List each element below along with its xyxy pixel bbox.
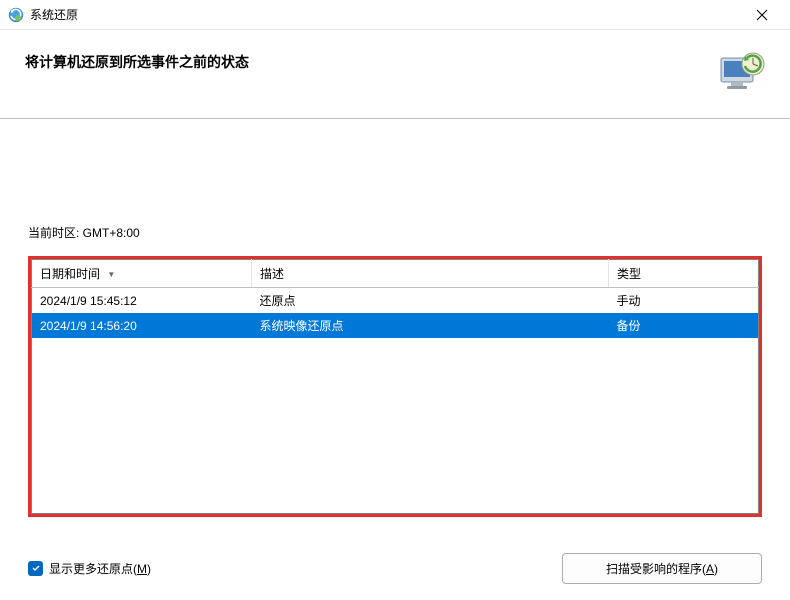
column-header-type[interactable]: 类型 xyxy=(609,260,759,288)
checkbox-label-pre: 显示更多还原点( xyxy=(49,562,137,576)
scan-button-pre: 扫描受影响的程序( xyxy=(606,562,706,576)
show-more-checkbox-label: 显示更多还原点(M) xyxy=(49,560,151,577)
window-title: 系统还原 xyxy=(30,6,742,23)
system-restore-icon xyxy=(8,7,24,23)
cell-desc: 系统映像还原点 xyxy=(252,313,609,338)
cell-date: 2024/1/9 14:56:20 xyxy=(32,313,252,338)
column-header-date[interactable]: 日期和时间 ▼ xyxy=(32,260,252,288)
table-row[interactable]: 2024/1/9 14:56:20系统映像还原点备份 xyxy=(32,313,759,338)
checkbox-label-post: ) xyxy=(147,562,151,576)
close-icon[interactable] xyxy=(742,1,782,29)
restore-points-table[interactable]: 日期和时间 ▼ 描述 类型 2024/1/9 15:45:12还原点手动2024… xyxy=(31,259,759,514)
dialog-header: 将计算机还原到所选事件之前的状态 xyxy=(0,30,790,118)
table-empty-area xyxy=(32,338,759,513)
scan-button-key: A xyxy=(706,562,714,576)
show-more-checkbox-wrap[interactable]: 显示更多还原点(M) xyxy=(28,560,151,577)
table-row[interactable]: 2024/1/9 15:45:12还原点手动 xyxy=(32,288,759,314)
restore-points-table-highlight: 日期和时间 ▼ 描述 类型 2024/1/9 15:45:12还原点手动2024… xyxy=(28,256,762,517)
cell-type: 手动 xyxy=(609,288,759,314)
dialog-header-text: 将计算机还原到所选事件之前的状态 xyxy=(25,50,717,72)
scan-affected-programs-button[interactable]: 扫描受影响的程序(A) xyxy=(562,553,762,584)
cell-type: 备份 xyxy=(609,313,759,338)
dialog-footer: 显示更多还原点(M) 扫描受影响的程序(A) xyxy=(0,537,790,600)
show-more-checkbox[interactable] xyxy=(28,561,43,576)
checkbox-label-key: M xyxy=(137,562,147,576)
cell-desc: 还原点 xyxy=(252,288,609,314)
scan-button-post: ) xyxy=(714,562,718,576)
sort-desc-icon: ▼ xyxy=(107,270,115,279)
restore-monitor-icon xyxy=(717,50,765,98)
column-header-desc[interactable]: 描述 xyxy=(252,260,609,288)
table-header-row: 日期和时间 ▼ 描述 类型 xyxy=(32,260,759,288)
column-header-date-label: 日期和时间 xyxy=(40,267,100,281)
timezone-label: 当前时区: GMT+8:00 xyxy=(28,224,762,241)
titlebar: 系统还原 xyxy=(0,0,790,30)
content-area: 当前时区: GMT+8:00 日期和时间 ▼ 描述 类型 2024/1/9 15… xyxy=(0,119,790,537)
cell-date: 2024/1/9 15:45:12 xyxy=(32,288,252,314)
